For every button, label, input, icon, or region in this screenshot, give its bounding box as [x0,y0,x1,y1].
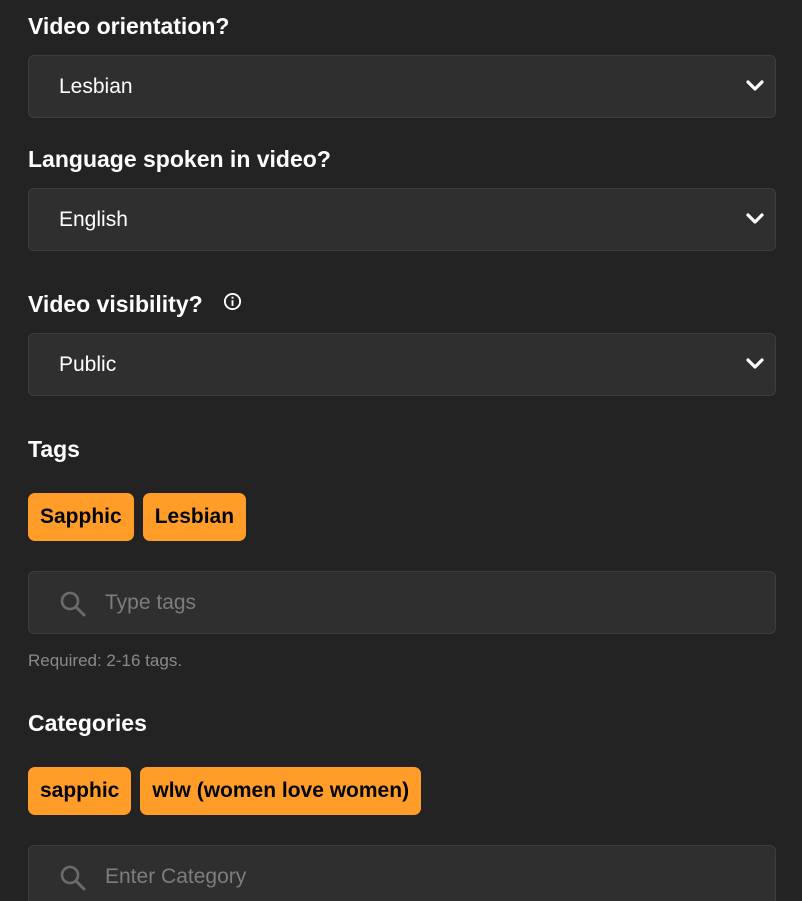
search-icon [60,591,86,617]
categories-label: Categories [28,710,147,736]
info-circle-icon[interactable] [223,289,242,317]
category-chip[interactable]: sapphic [28,767,132,815]
tags-hint: Required: 2-16 tags. [28,651,183,670]
tag-chip[interactable]: Lesbian [142,493,247,541]
category-chips: sapphic wlw (women love women) [28,767,422,815]
category-input[interactable] [105,846,745,901]
chevron-down-icon [746,213,764,224]
visibility-select[interactable]: Public [28,333,776,396]
tag-chips: Sapphic Lesbian [28,493,247,541]
category-chip[interactable]: wlw (women love women) [140,767,422,815]
chevron-down-icon [746,80,764,91]
language-label: Language spoken in video? [28,146,331,172]
visibility-label: Video visibility? [28,291,203,317]
tag-chip[interactable]: Sapphic [28,493,134,541]
orientation-select[interactable]: Lesbian [28,55,776,118]
tags-label: Tags [28,436,80,462]
categories-search-box[interactable] [28,845,776,901]
orientation-label: Video orientation? [28,13,230,39]
upload-form: Video orientation? Lesbian Language spok… [0,0,802,901]
language-select[interactable]: English [28,188,776,251]
tags-search-box[interactable] [28,571,776,634]
tags-input[interactable] [105,572,745,633]
visibility-label-row: Video visibility? [28,290,242,318]
search-icon [60,865,86,891]
orientation-selected-value: Lesbian [59,75,133,98]
chevron-down-icon [746,358,764,369]
language-selected-value: English [59,208,128,231]
visibility-selected-value: Public [59,353,117,376]
